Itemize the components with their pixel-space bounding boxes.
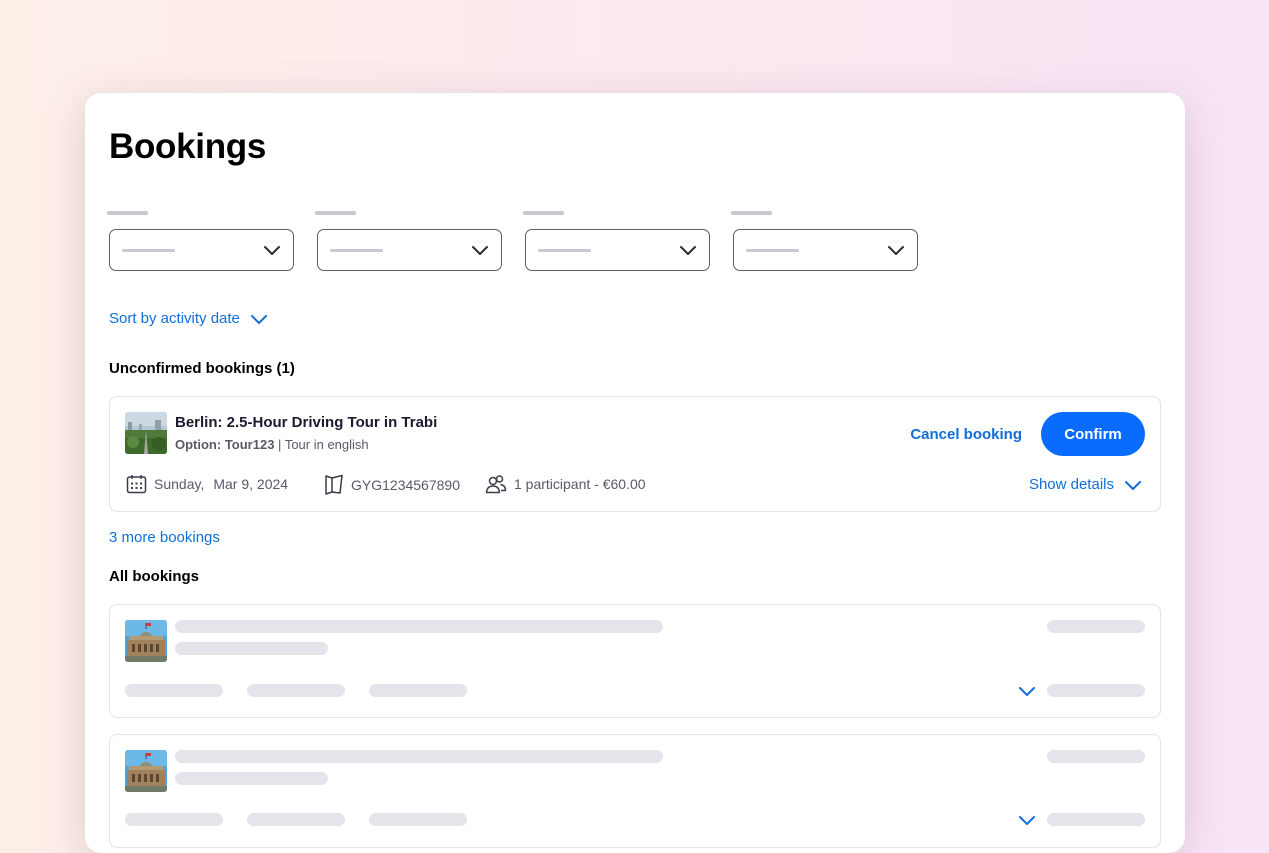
skeleton-action xyxy=(1047,620,1145,633)
skeleton-meta xyxy=(247,684,345,697)
booking-date-day: Sunday, xyxy=(154,476,205,492)
filter-label-placeholder xyxy=(315,211,356,215)
chevron-down-icon xyxy=(264,246,280,255)
more-bookings-link[interactable]: 3 more bookings xyxy=(109,529,220,546)
booking-title: Berlin: 2.5-Hour Driving Tour in Trabi xyxy=(175,414,438,431)
filter-4 xyxy=(731,211,918,271)
ticket-icon xyxy=(325,474,343,495)
chevron-down-icon[interactable] xyxy=(1018,685,1036,697)
unconfirmed-heading: Unconfirmed bookings (1) xyxy=(109,360,295,377)
filter-label-placeholder xyxy=(107,211,148,215)
booking-option-detail: Tour in english xyxy=(284,437,369,452)
tour-thumbnail xyxy=(125,620,167,662)
filter-2 xyxy=(315,211,502,271)
all-bookings-heading: All bookings xyxy=(109,568,199,585)
skeleton-action xyxy=(1047,750,1145,763)
skeleton-meta xyxy=(125,813,223,826)
bookings-panel: Bookings Sort by activity date Unconfirm… xyxy=(85,93,1185,853)
booking-option-separator: | xyxy=(274,437,285,452)
filter-value-placeholder xyxy=(746,249,799,252)
tour-thumbnail xyxy=(125,750,167,792)
show-details-button[interactable]: Show details xyxy=(1029,476,1142,493)
skeleton-title xyxy=(175,750,663,763)
skeleton-subtitle xyxy=(175,642,328,655)
confirm-button[interactable]: Confirm xyxy=(1041,412,1145,456)
booking-reference: GYG1234567890 xyxy=(324,474,460,495)
filter-value-placeholder xyxy=(330,249,383,252)
filter-value-placeholder xyxy=(122,249,175,252)
chevron-down-icon xyxy=(472,246,488,255)
booking-card: Berlin: 2.5-Hour Driving Tour in Trabi O… xyxy=(109,396,1161,512)
filter-label-placeholder xyxy=(731,211,772,215)
chevron-down-icon[interactable] xyxy=(1018,814,1036,826)
participants-icon xyxy=(485,475,507,494)
skeleton-meta xyxy=(125,684,223,697)
booking-option: Option: Tour123 | Tour in english xyxy=(175,437,369,452)
booking-card-skeleton xyxy=(109,734,1161,848)
skeleton-details xyxy=(1047,684,1145,697)
skeleton-meta xyxy=(369,684,467,697)
chevron-down-icon xyxy=(888,246,904,255)
filter-3 xyxy=(523,211,710,271)
chevron-down-icon xyxy=(250,314,267,324)
calendar-icon xyxy=(126,475,147,494)
filter-1 xyxy=(107,211,294,271)
skeleton-subtitle xyxy=(175,772,328,785)
booking-date-value: Mar 9, 2024 xyxy=(213,476,289,492)
booking-participants: 1 participant - €60.00 xyxy=(485,474,646,494)
booking-reference-value: GYG1234567890 xyxy=(351,476,460,493)
tour-thumbnail xyxy=(125,412,167,454)
chevron-down-icon xyxy=(680,246,696,255)
booking-option-label: Option: Tour123 xyxy=(175,437,275,452)
sort-dropdown[interactable]: Sort by activity date xyxy=(109,310,268,327)
booking-card-skeleton xyxy=(109,604,1161,718)
filter-dropdown-2[interactable] xyxy=(317,229,502,271)
show-details-label: Show details xyxy=(1028,476,1114,493)
skeleton-meta xyxy=(369,813,467,826)
skeleton-title xyxy=(175,620,663,633)
filter-dropdown-3[interactable] xyxy=(525,229,710,271)
booking-participants-value: 1 participant - €60.00 xyxy=(514,476,646,492)
skeleton-meta xyxy=(247,813,345,826)
filter-value-placeholder xyxy=(538,249,591,252)
booking-date: Sunday, Mar 9, 2024 xyxy=(126,474,288,494)
filter-label-placeholder xyxy=(523,211,564,215)
chevron-down-icon xyxy=(1125,480,1141,490)
filter-dropdown-1[interactable] xyxy=(109,229,294,271)
filter-dropdown-4[interactable] xyxy=(733,229,918,271)
skeleton-details xyxy=(1047,813,1145,826)
cancel-booking-button[interactable]: Cancel booking xyxy=(910,426,1022,443)
sort-label: Sort by activity date xyxy=(109,310,240,327)
page-title: Bookings xyxy=(109,127,267,166)
